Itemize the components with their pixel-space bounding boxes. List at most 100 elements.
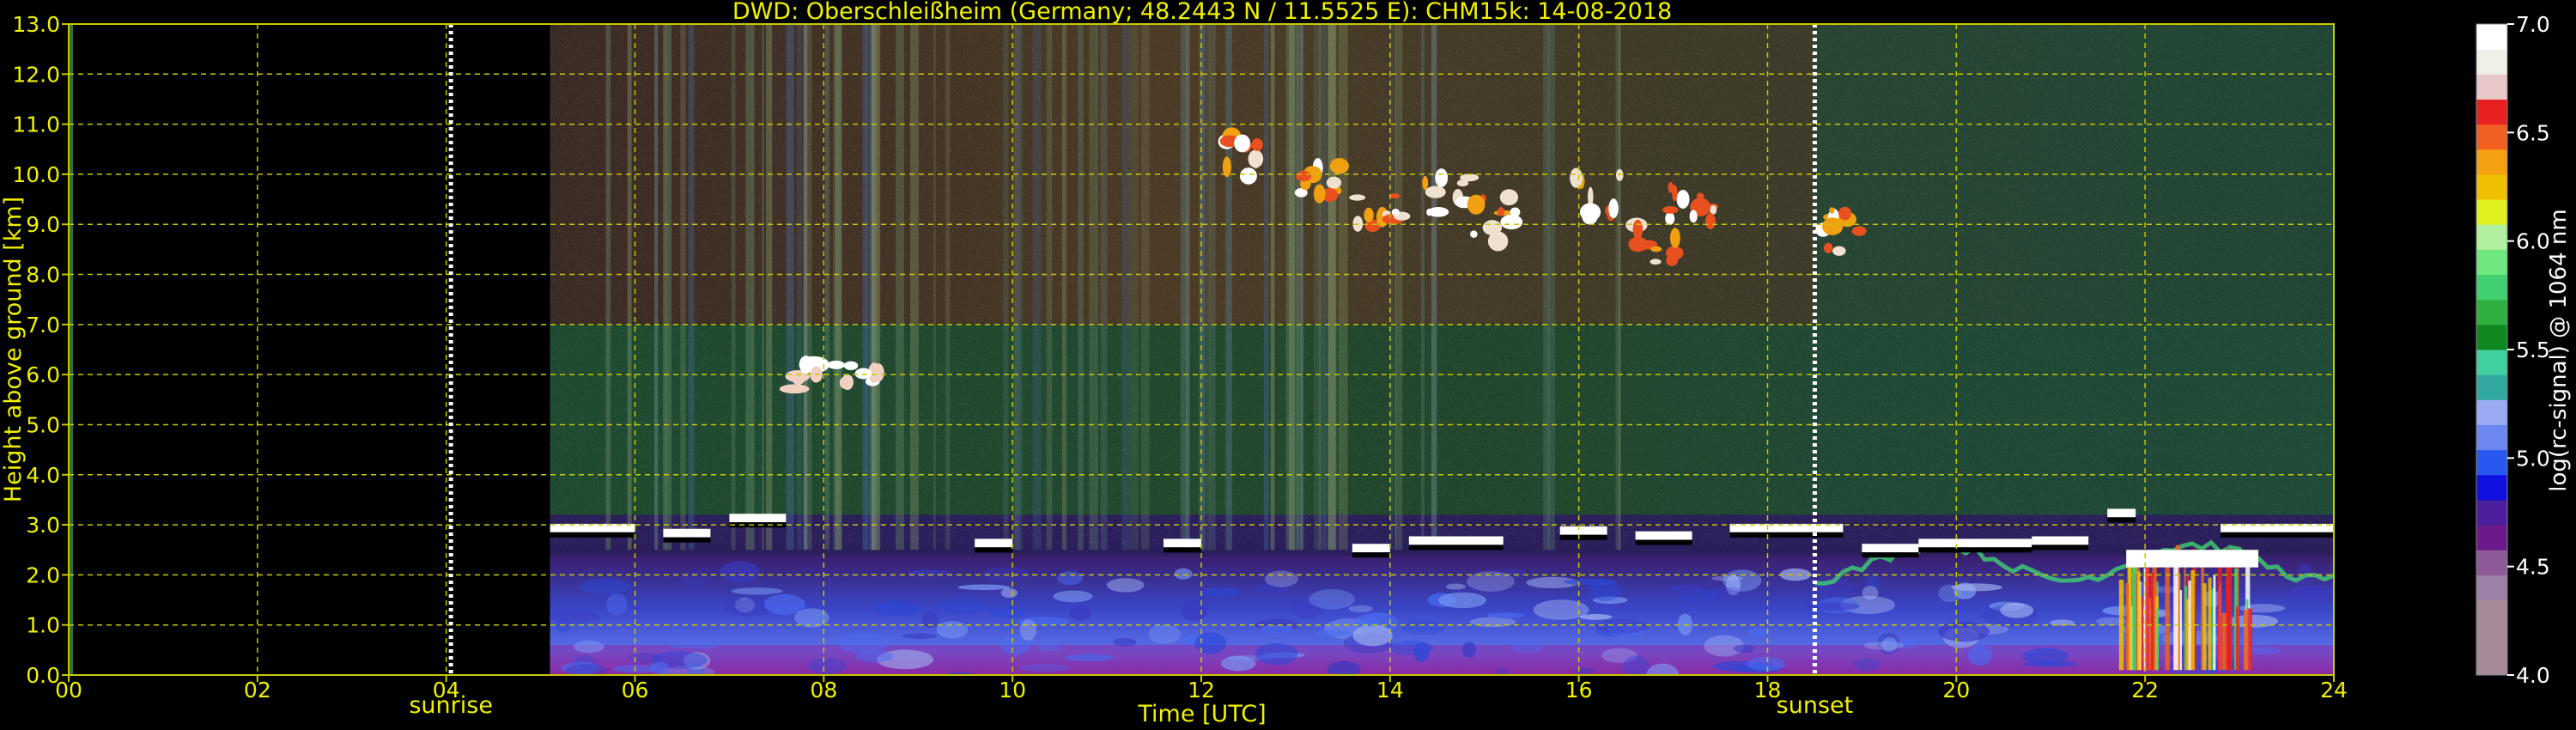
aerosol-patch — [720, 561, 760, 583]
rain-shaft — [2208, 577, 2212, 671]
cloud-cell — [1822, 217, 1844, 235]
cloud-base — [1163, 538, 1201, 548]
y-tick-label: 6.0 — [26, 362, 60, 387]
colorbar-segment — [2476, 599, 2507, 626]
rain-shaft — [2190, 570, 2195, 671]
cloud-cell — [1689, 210, 1698, 223]
cloud-base — [2107, 508, 2136, 518]
cloud-cell — [1838, 206, 1852, 221]
rain-shaft — [2213, 574, 2216, 671]
colorbar-segment — [2476, 499, 2507, 526]
colorbar-tick-label: 5.5 — [2516, 338, 2550, 362]
aerosol-patch — [807, 657, 847, 675]
colorbar-segment — [2476, 324, 2507, 350]
aerosol-patch — [1255, 642, 1298, 666]
aerosol-patch — [855, 650, 894, 663]
colorbar-tick-label: 4.5 — [2516, 555, 2550, 580]
rain-shaft — [2217, 556, 2222, 671]
x-tick-label: 18 — [1754, 678, 1782, 703]
x-tick-label: 12 — [1188, 678, 1215, 703]
aerosol-patch — [1951, 583, 2002, 592]
aerosol-patch — [1181, 599, 1208, 621]
aerosol-patch — [1746, 656, 1786, 672]
aerosol-patch — [1510, 639, 1544, 654]
x-axis-label: Time [UTC] — [1137, 701, 1266, 727]
cloud-cell — [1467, 194, 1485, 215]
colorbar-tick-label: 6.0 — [2516, 229, 2550, 254]
aerosol-patch — [1260, 624, 1294, 634]
aerosol-patch — [1967, 644, 1992, 666]
aerosol-patch — [731, 587, 783, 595]
x-tick-label: 10 — [999, 678, 1026, 703]
y-tick-label: 10.0 — [12, 162, 60, 187]
aerosol-patch — [1881, 637, 1898, 652]
aerosol-patch — [1000, 587, 1018, 599]
aerosol-patch — [1065, 654, 1114, 662]
cloud-base — [1352, 544, 1390, 553]
cloud-base — [729, 514, 787, 523]
colorbar-segment — [2476, 274, 2507, 301]
aerosol-patch — [1595, 618, 1649, 634]
cloud-cell — [1425, 186, 1446, 198]
cloud-base — [975, 538, 1013, 548]
colorbar-segment — [2476, 299, 2507, 325]
cloud-cell — [854, 368, 872, 380]
y-tick-label: 4.0 — [26, 463, 60, 488]
cloud-cell — [1482, 220, 1503, 235]
aerosol-patch — [1200, 587, 1241, 599]
aerosol-patch — [1312, 630, 1351, 637]
aerosol-patch — [1401, 620, 1445, 636]
cloud-base — [1918, 538, 2032, 548]
cloud-cell — [1662, 205, 1679, 214]
cloud-shadow — [1163, 547, 1201, 553]
colorbar-segment — [2476, 149, 2507, 175]
aerosol-patch — [1019, 619, 1037, 641]
y-tick-label: 13.0 — [12, 12, 60, 37]
cloud-cell — [799, 356, 813, 374]
aerosol-patch — [1779, 568, 1812, 581]
aerosol-patch — [1057, 571, 1083, 586]
cloud-cell — [1234, 134, 1251, 153]
y-axis-label: Height above ground [km] — [0, 197, 27, 502]
aerosol-patch — [1437, 592, 1486, 609]
cloud-cell — [1632, 219, 1643, 240]
aerosol-patch — [1053, 590, 1093, 603]
colorbar-segment — [2476, 74, 2507, 100]
cloud-cell — [1676, 190, 1690, 209]
cloud-cell — [1649, 259, 1662, 265]
chart-title: DWD: Oberschleißheim (Germany; 48.2443 N… — [732, 0, 1672, 25]
aerosol-patch — [573, 640, 605, 654]
x-tick-label: 06 — [622, 678, 649, 703]
aerosol-patch — [1803, 602, 1860, 611]
cloud-shadow — [975, 547, 1013, 553]
colorbar-segment — [2476, 449, 2507, 476]
aerosol-patch — [1413, 642, 1430, 663]
cloud-cell — [843, 361, 859, 371]
aerosol-patch — [1148, 624, 1182, 644]
cloud-cell — [872, 363, 884, 382]
aerosol-patch — [2000, 602, 2034, 618]
cloud-cell — [1669, 228, 1680, 248]
convective-cloud — [2118, 544, 2259, 671]
y-tick-label: 0.0 — [26, 663, 60, 688]
rain-shaft — [2156, 608, 2160, 671]
lidar-plot: sunrise sunset 00 02 04 06 08 10 12 14 16 18 20 22 24… — [0, 0, 2572, 727]
cloud-cell — [1251, 138, 1263, 151]
aerosol-patch — [1174, 568, 1193, 580]
aerosol-patch — [1309, 589, 1355, 610]
colorbar: 4.0 4.5 5.0 5.5 6.0 6.5 7.0 — [2476, 12, 2550, 688]
colorbar-segment — [2476, 525, 2507, 551]
y-tick-label: 2.0 — [26, 563, 60, 587]
aerosol-patch — [2022, 648, 2069, 665]
cloud-cell — [1650, 246, 1662, 252]
cloud-shadow — [1729, 532, 1844, 538]
cloud-cell — [1326, 176, 1342, 189]
cloud-cell — [1570, 167, 1583, 188]
rain-shaft — [2186, 599, 2189, 671]
event-label: sunset — [1777, 692, 1854, 719]
colorbar-segment — [2476, 24, 2507, 50]
cloud-base — [1408, 536, 1504, 545]
aerosol-patch — [1037, 643, 1060, 652]
rain-shaft — [2173, 565, 2178, 671]
cloud-shadow — [2221, 532, 2334, 538]
